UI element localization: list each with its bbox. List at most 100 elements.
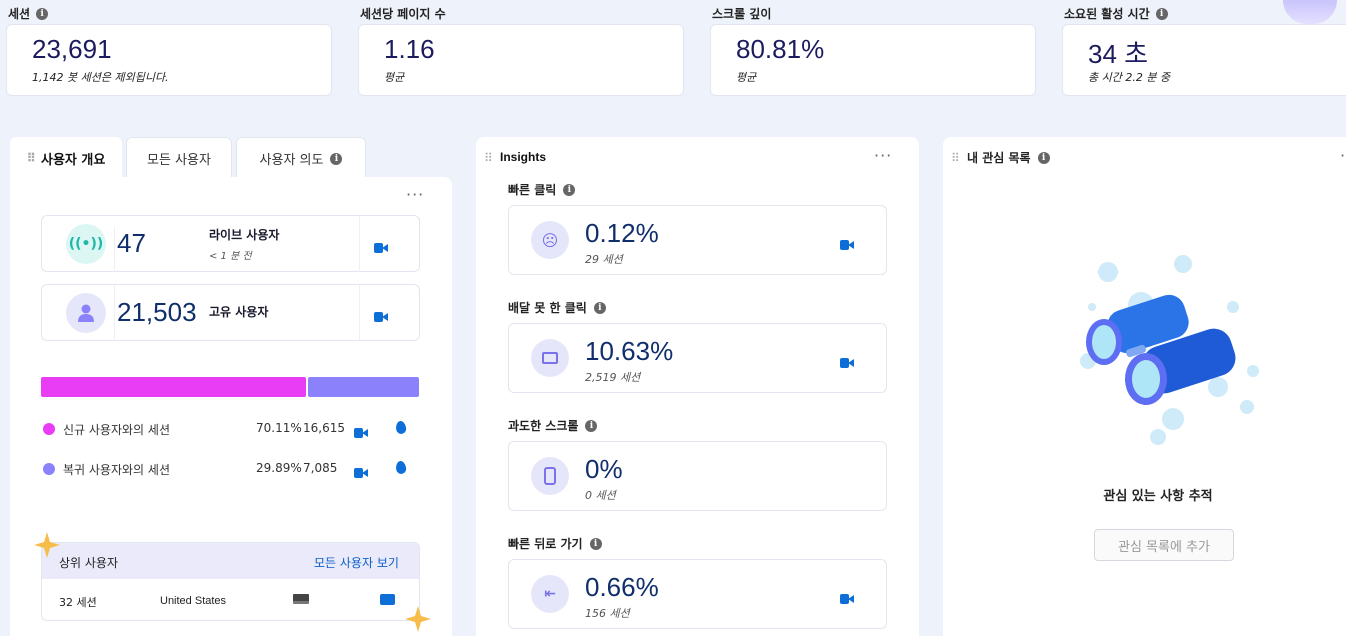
video-icon[interactable] — [374, 312, 388, 322]
more-options-icon[interactable]: ··· — [874, 146, 892, 165]
drag-handle-icon[interactable]: ⠿ — [484, 151, 493, 165]
scroll-icon — [531, 457, 569, 495]
sparkle-icon — [405, 606, 431, 632]
scroll-depth-label: 스크롤 깊이 — [712, 7, 772, 21]
angry-face-icon: ☹ — [531, 221, 569, 259]
heatmap-icon[interactable] — [395, 460, 407, 475]
legend-row-returning: 복귀 사용자와의 세션 29.89% 7,085 — [43, 460, 421, 480]
video-icon[interactable] — [840, 358, 854, 368]
rage-click-label: 빠른 클릭 i — [508, 181, 576, 198]
legend-count: 7,085 — [303, 461, 338, 475]
returning-users-bar-segment[interactable] — [308, 377, 419, 397]
binoculars-illustration — [1080, 255, 1259, 445]
top-user-sessions: 32 세션 — [59, 596, 97, 609]
watchlist-panel: ⠿ 내 관심 목록 i · 관심 있는 사항 추적 관심 목록에 추가 — [943, 137, 1346, 636]
legend-dot-new — [43, 423, 55, 435]
legend-dot-returning — [43, 463, 55, 475]
live-users-sub: < 1 분 전 — [209, 251, 252, 262]
unique-users-card: 21,503 고유 사용자 — [41, 284, 420, 341]
excessive-scroll-value: 0% — [585, 454, 623, 484]
info-icon[interactable]: i — [589, 537, 602, 550]
new-vs-returning-bar — [41, 377, 419, 397]
tab-user-overview[interactable]: ⠿ 사용자 개요 — [10, 137, 122, 179]
pages-per-session-card: 1.16 평균 — [358, 24, 684, 96]
video-icon[interactable] — [840, 594, 854, 604]
add-to-watchlist-button[interactable]: 관심 목록에 추가 — [1094, 529, 1234, 561]
top-user-country: United States — [160, 595, 227, 607]
more-options-icon[interactable]: · — [1340, 146, 1346, 165]
excessive-scroll-label: 과도한 스크롤 i — [508, 417, 598, 434]
heatmap-icon[interactable] — [395, 420, 407, 435]
user-overview-panel: ··· ((•)) 47 라이브 사용자 < 1 분 전 21,503 고유 사… — [10, 177, 452, 636]
quick-back-sessions: 156 세션 — [585, 607, 630, 620]
dead-click-sessions: 2,519 세션 — [585, 371, 641, 384]
active-time-card: 34 초 총 시간 2.2 분 중 — [1062, 24, 1346, 96]
drag-handle-icon[interactable]: ⠿ — [27, 151, 36, 165]
scroll-depth-card: 80.81% 평균 — [710, 24, 1036, 96]
rage-click-sessions: 29 세션 — [585, 253, 623, 266]
new-users-bar-segment[interactable] — [41, 377, 307, 397]
insights-panel: ⠿ Insights ··· 빠른 클릭 i ☹ 0.12% 29 세션 배달 못… — [476, 137, 919, 636]
more-options-icon[interactable]: ··· — [406, 185, 424, 204]
excessive-scroll-card[interactable]: 0% 0 세션 — [508, 441, 887, 511]
dead-click-card[interactable]: 10.63% 2,519 세션 — [508, 323, 887, 393]
live-signal-icon: ((•)) — [66, 224, 106, 264]
active-time-label: 소요된 활성 시간 i — [1064, 5, 1168, 22]
excessive-scroll-sessions: 0 세션 — [585, 489, 616, 502]
legend-count: 16,615 — [303, 421, 345, 435]
info-icon[interactable]: i — [330, 152, 343, 165]
live-users-card: ((•)) 47 라이브 사용자 < 1 분 전 — [41, 215, 420, 272]
watchlist-empty-text: 관심 있는 사항 추적 — [1103, 489, 1213, 504]
tab-user-intent[interactable]: 사용자 의도 i — [236, 137, 366, 179]
avatar[interactable] — [1283, 0, 1337, 24]
legend-pct: 29.89% — [256, 461, 302, 475]
info-icon[interactable]: i — [563, 183, 576, 196]
video-icon[interactable] — [354, 468, 368, 478]
pages-per-session-sub: 평균 — [384, 71, 405, 84]
sessions-sub: 1,142 봇 세션은 제외됩니다. — [32, 71, 169, 84]
legend-label: 신규 사용자와의 세션 — [63, 423, 170, 437]
info-icon[interactable]: i — [1155, 7, 1168, 20]
sessions-value: 23,691 — [32, 34, 112, 64]
legend-pct: 70.11% — [256, 421, 302, 435]
watchlist-title: 내 관심 목록 i — [967, 149, 1050, 166]
live-users-value: 47 — [117, 228, 146, 258]
view-all-users-link[interactable]: 모든 사용자 보기 — [314, 554, 399, 571]
pages-per-session-value: 1.16 — [384, 34, 435, 64]
back-icon: ⇤ — [531, 575, 569, 613]
insights-title: Insights — [500, 150, 547, 164]
legend-label: 복귀 사용자와의 세션 — [63, 463, 170, 477]
top-users-title: 상위 사용자 — [59, 556, 119, 570]
user-icon — [66, 293, 106, 333]
live-users-label: 라이브 사용자 — [209, 228, 280, 242]
active-time-sub: 총 시간 2.2 분 중 — [1088, 71, 1171, 84]
sparkle-icon — [34, 532, 60, 558]
unique-users-label: 고유 사용자 — [209, 305, 269, 319]
top-users-card: 상위 사용자 모든 사용자 보기 32 세션 United States — [41, 542, 420, 621]
dead-click-value: 10.63% — [585, 336, 674, 366]
unique-users-value: 21,503 — [117, 297, 197, 327]
info-icon[interactable]: i — [593, 301, 606, 314]
info-icon[interactable]: i — [585, 419, 598, 432]
desktop-icon — [293, 594, 309, 604]
quick-back-value: 0.66% — [585, 572, 659, 602]
video-icon[interactable] — [354, 428, 368, 438]
legend-row-new: 신규 사용자와의 세션 70.11% 16,615 — [43, 420, 421, 440]
quick-back-card[interactable]: ⇤ 0.66% 156 세션 — [508, 559, 887, 629]
drag-handle-icon[interactable]: ⠿ — [951, 151, 960, 165]
scroll-depth-value: 80.81% — [736, 34, 825, 64]
pages-per-session-label: 세션당 페이지 수 — [360, 7, 446, 21]
active-time-value: 34 초 — [1088, 39, 1149, 69]
dead-click-icon — [531, 339, 569, 377]
info-icon[interactable]: i — [36, 7, 49, 20]
info-icon[interactable]: i — [1037, 151, 1050, 164]
video-icon[interactable] — [840, 240, 854, 250]
sessions-label: 세션 i — [8, 5, 49, 22]
video-icon[interactable] — [374, 243, 388, 253]
rage-click-card[interactable]: ☹ 0.12% 29 세션 — [508, 205, 887, 275]
scroll-depth-sub: 평균 — [736, 71, 757, 84]
tab-all-users[interactable]: 모든 사용자 — [126, 137, 232, 179]
rage-click-value: 0.12% — [585, 218, 659, 248]
user-card-icon[interactable] — [380, 594, 395, 605]
quick-back-label: 빠른 뒤로 가기 i — [508, 535, 602, 552]
